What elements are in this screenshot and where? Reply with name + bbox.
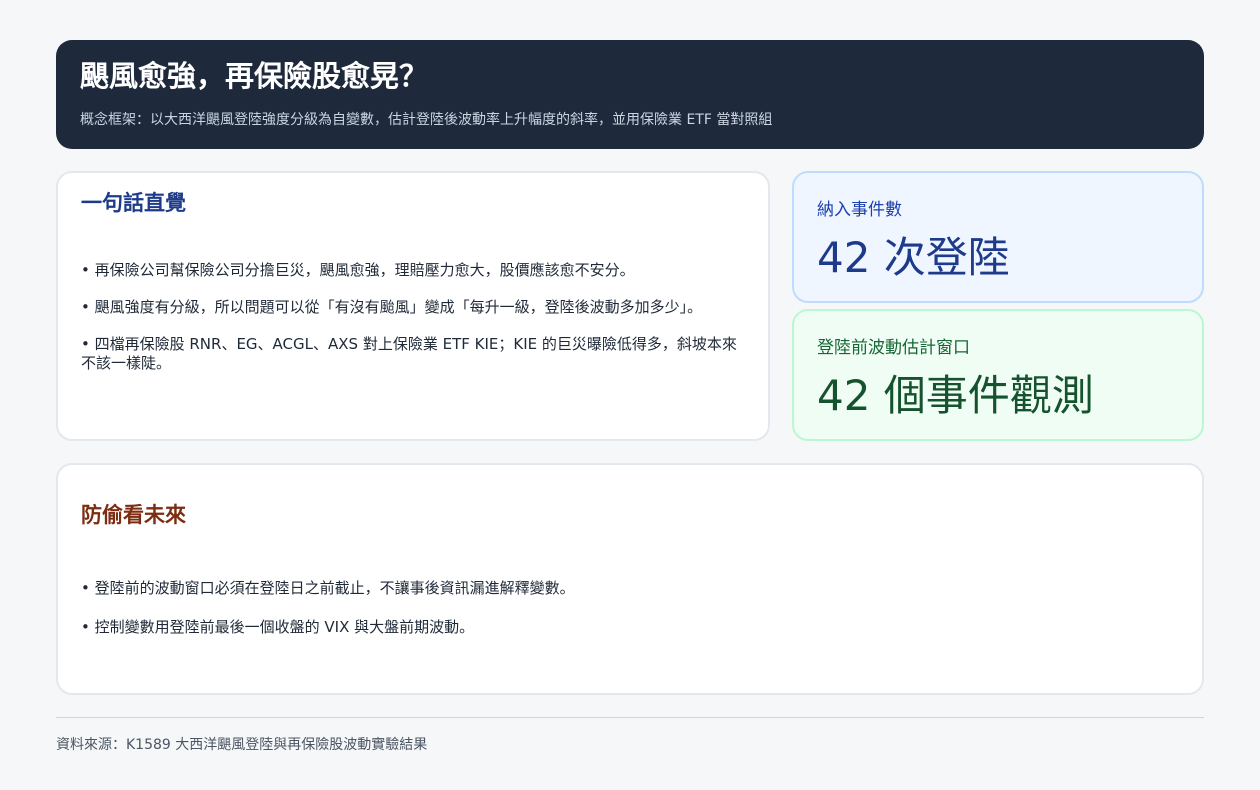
intuition-list: • 再保險公司幫保險公司分擔巨災，颶風愈強，理賠壓力愈大，股價應該愈不安分。 •… [81, 261, 745, 373]
lookahead-list: • 登陸前的波動窗口必須在登陸日之前截止，不讓事後資訊漏進解釋變數。 • 控制變… [81, 579, 1179, 637]
window-stat-value: 42 個事件觀測 [817, 371, 1094, 420]
page-title: 颶風愈強，再保險股愈晃？ [80, 59, 429, 93]
intuition-card: 一句話直覺 • 再保險公司幫保險公司分擔巨災，颶風愈強，理賠壓力愈大，股價應該愈… [56, 171, 770, 441]
window-stat-card: 登陸前波動估計窗口 42 個事件觀測 [792, 309, 1204, 441]
lookahead-title: 防偷看未來 [81, 503, 186, 527]
lookahead-card: 防偷看未來 • 登陸前的波動窗口必須在登陸日之前截止，不讓事後資訊漏進解釋變數。… [56, 463, 1204, 695]
lookahead-bullet: • 控制變數用登陸前最後一個收盤的 VIX 與大盤前期波動。 [81, 618, 475, 636]
events-stat-value: 42 次登陸 [817, 233, 1010, 282]
source-note: 資料來源：K1589 大西洋颶風登陸與再保險股波動實驗結果 [56, 737, 428, 753]
intuition-bullet: • 四檔再保險股 RNR、EG、ACGL、AXS 對上保險業 ETF KIE；K… [81, 335, 737, 372]
intuition-bullet: • 颶風強度有分級，所以問題可以從「有沒有颱風」變成「每升一級，登陸後波動多加多… [81, 298, 703, 316]
window-stat-label: 登陸前波動估計窗口 [817, 338, 970, 358]
intuition-bullet: • 再保險公司幫保險公司分擔巨災，颶風愈強，理賠壓力愈大，股價應該愈不安分。 [81, 261, 635, 279]
lookahead-bullet: • 登陸前的波動窗口必須在登陸日之前截止，不讓事後資訊漏進解釋變數。 [81, 579, 575, 597]
page-subtitle: 概念框架：以大西洋颶風登陸強度分級為自變數，估計登陸後波動率上升幅度的斜率，並用… [80, 112, 773, 128]
page-header: 颶風愈強，再保險股愈晃？ 概念框架：以大西洋颶風登陸強度分級為自變數，估計登陸後… [56, 40, 1204, 149]
footer-divider [56, 717, 1204, 718]
events-stat-card: 納入事件數 42 次登陸 [792, 171, 1204, 303]
intuition-title: 一句話直覺 [81, 191, 186, 215]
events-stat-label: 納入事件數 [817, 200, 902, 220]
